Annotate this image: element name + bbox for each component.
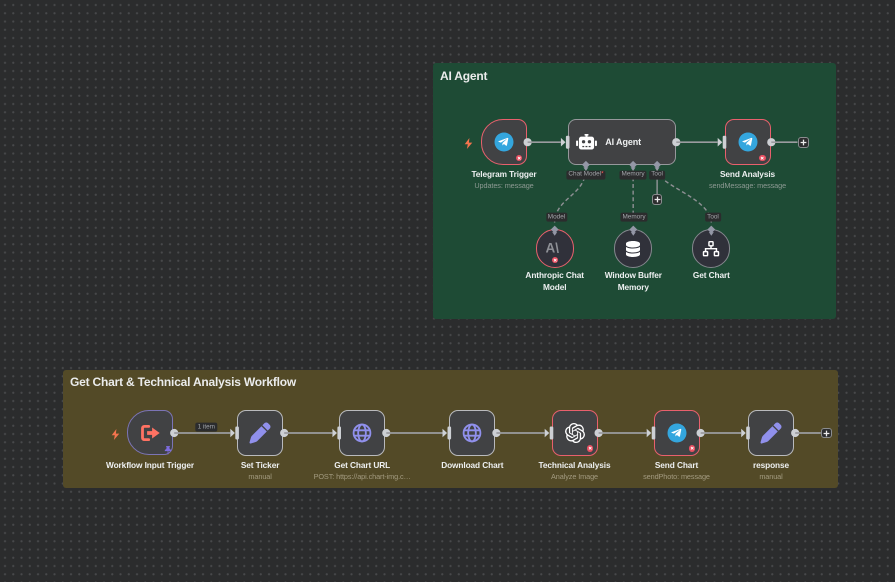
svg-text:A\: A\ — [546, 243, 559, 254]
